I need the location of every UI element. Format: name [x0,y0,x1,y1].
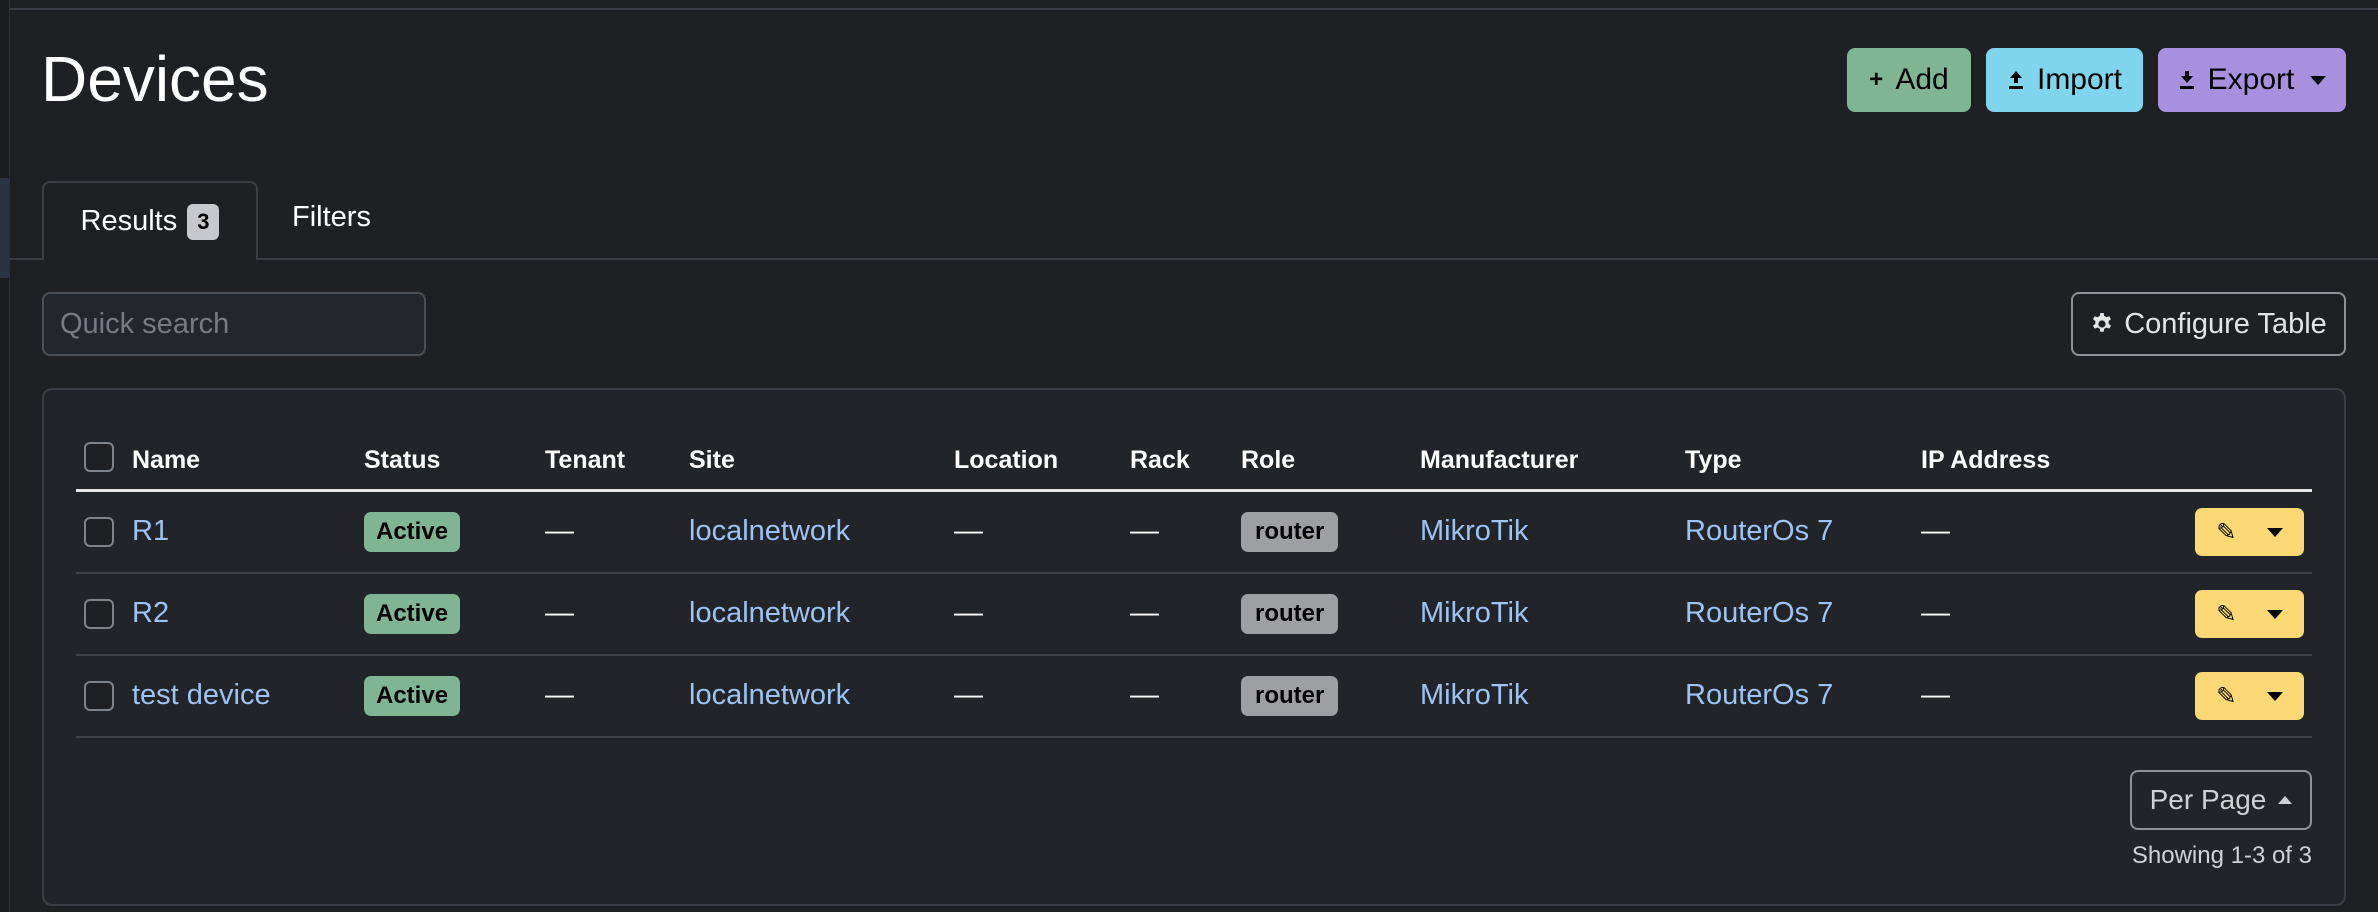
tenant-value: — [545,515,574,547]
role-badge: router [1241,594,1339,634]
device-name-link[interactable]: R1 [132,515,169,548]
site-link[interactable]: localnetwork [689,515,850,548]
status-badge: Active [364,594,461,634]
column-header-name[interactable]: Name [132,446,200,475]
column-header-rack[interactable]: Rack [1130,446,1190,475]
location-value: — [954,597,983,629]
ip-address-value: — [1921,679,1950,711]
rack-value: — [1130,597,1159,629]
add-button[interactable]: + Add [1847,48,1971,112]
site-link[interactable]: localnetwork [689,597,850,630]
row-edit-button[interactable]: ✎ [2195,672,2304,720]
configure-table-label: Configure Table [2124,307,2327,340]
tab-filters[interactable]: Filters [292,201,371,234]
page-title: Devices [41,43,269,115]
column-header-type[interactable]: Type [1685,446,1742,475]
type-link[interactable]: RouterOs 7 [1685,515,1833,548]
add-button-label: Add [1895,63,1949,96]
upload-icon [2008,71,2023,89]
row-divider [76,572,2312,574]
row-checkbox[interactable] [84,599,114,629]
column-header-ip-address[interactable]: IP Address [1921,446,2050,475]
chevron-down-icon[interactable] [2266,691,2283,701]
rack-value: — [1130,515,1159,547]
status-badge: Active [364,512,461,552]
manufacturer-link[interactable]: MikroTik [1420,515,1528,548]
pencil-icon: ✎ [2216,600,2237,628]
row-divider [76,654,2312,656]
chevron-down-icon[interactable] [2266,609,2283,619]
device-name-link[interactable]: test device [132,679,271,712]
per-page-dropdown[interactable]: Per Page [2130,770,2312,830]
column-header-manufacturer[interactable]: Manufacturer [1420,446,1578,475]
ip-address-value: — [1921,515,1950,547]
role-badge: router [1241,512,1339,552]
location-value: — [954,515,983,547]
column-header-status[interactable]: Status [364,446,440,475]
per-page-label: Per Page [2149,784,2267,815]
rack-value: — [1130,679,1159,711]
status-badge: Active [364,676,461,716]
plus-icon: + [1869,66,1884,93]
sidebar-edge [0,0,10,912]
type-link[interactable]: RouterOs 7 [1685,679,1833,712]
role-badge: router [1241,676,1339,716]
row-edit-button[interactable]: ✎ [2195,508,2304,556]
tenant-value: — [545,597,574,629]
pagination-summary: Showing 1-3 of 3 [2131,842,2312,869]
site-link[interactable]: localnetwork [689,679,850,712]
pencil-icon: ✎ [2216,518,2237,546]
column-header-role[interactable]: Role [1241,446,1295,475]
tab-results-label: Results [80,205,178,237]
chevron-up-icon [2278,796,2293,804]
results-count-badge: 3 [187,203,220,240]
chevron-down-icon [2310,75,2327,85]
quick-search-input[interactable] [42,292,426,356]
row-divider [76,736,2312,738]
import-button-label: Import [2036,63,2123,96]
type-link[interactable]: RouterOs 7 [1685,597,1833,630]
manufacturer-link[interactable]: MikroTik [1420,679,1528,712]
export-button-label: Export [2207,63,2295,96]
top-border [0,0,2378,10]
row-checkbox[interactable] [84,517,114,547]
gear-icon [2093,313,2112,332]
sidebar-active-marker [0,178,9,278]
row-edit-button[interactable]: ✎ [2195,590,2304,638]
tenant-value: — [545,679,574,711]
import-button[interactable]: Import [1986,48,2143,112]
ip-address-value: — [1921,597,1950,629]
column-header-location[interactable]: Location [954,446,1058,475]
pencil-icon: ✎ [2216,682,2237,710]
column-header-site[interactable]: Site [689,446,735,475]
chevron-down-icon[interactable] [2266,527,2283,537]
row-checkbox[interactable] [84,681,114,711]
table-header-rule [76,489,2312,492]
download-icon [2179,71,2194,89]
manufacturer-link[interactable]: MikroTik [1420,597,1528,630]
location-value: — [954,679,983,711]
select-all-checkbox[interactable] [84,442,114,472]
tab-results[interactable]: Results 3 [42,181,258,260]
export-button[interactable]: Export [2158,48,2346,112]
configure-table-button[interactable]: Configure Table [2071,292,2346,356]
column-header-tenant[interactable]: Tenant [545,446,625,475]
device-name-link[interactable]: R2 [132,597,169,630]
tab-divider [9,258,2378,260]
